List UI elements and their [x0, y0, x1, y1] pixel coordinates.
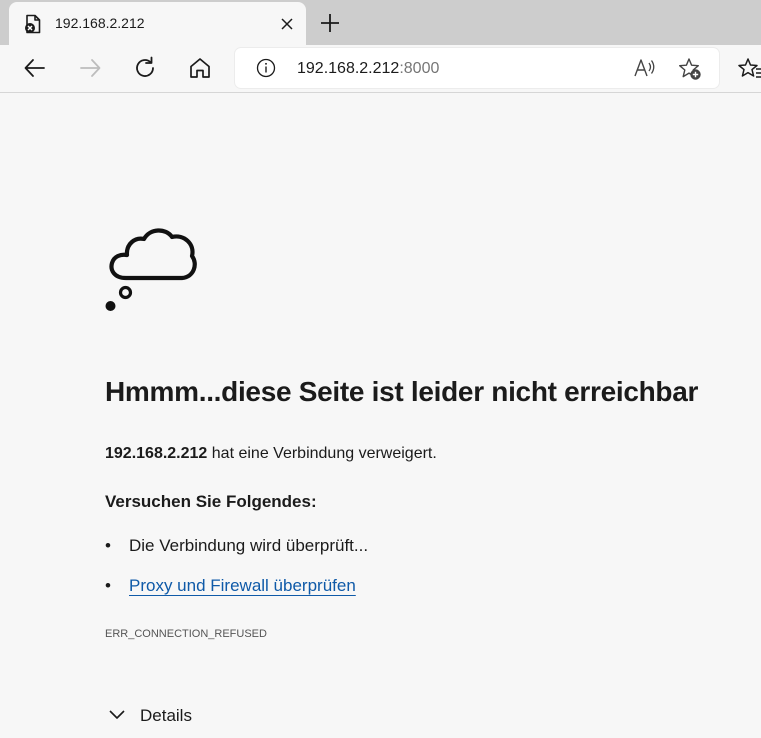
plus-icon	[321, 14, 339, 32]
favorites-icon	[738, 58, 761, 78]
bullet: •	[105, 576, 111, 595]
browser-toolbar: 192.168.2.212:8000	[0, 45, 761, 93]
favorites-button[interactable]	[738, 56, 761, 82]
read-aloud-icon[interactable]	[633, 57, 657, 79]
page-title: Hmmm...diese Seite ist leider nicht erre…	[105, 376, 699, 407]
back-arrow-icon	[24, 59, 45, 77]
error-description: 192.168.2.212 hat eine Verbindung verwei…	[105, 445, 437, 463]
address-bar[interactable]: 192.168.2.212:8000	[235, 48, 719, 88]
tab-active[interactable]: 192.168.2.212	[9, 2, 306, 45]
thought-cloud-icon	[102, 220, 198, 314]
page-error-icon	[23, 14, 43, 34]
url-host: 192.168.2.212	[297, 60, 400, 77]
close-icon[interactable]	[279, 16, 295, 32]
bullet: •	[105, 536, 111, 555]
suggestions-heading: Versuchen Sie Folgendes:	[105, 492, 317, 511]
error-page: Hmmm...diese Seite ist leider nicht erre…	[0, 93, 761, 738]
url-port: :8000	[399, 60, 440, 77]
forward-arrow-icon	[80, 59, 101, 77]
info-icon[interactable]	[256, 58, 276, 78]
address-url[interactable]: 192.168.2.212:8000	[297, 60, 439, 78]
home-button[interactable]	[187, 55, 213, 81]
error-code: ERR_CONNECTION_REFUSED	[105, 628, 267, 640]
error-message: hat eine Verbindung verweigert.	[207, 445, 437, 462]
details-label: Details	[140, 706, 192, 725]
tab-title: 192.168.2.212	[55, 15, 145, 31]
proxy-firewall-link[interactable]: Proxy und Firewall überprüfen	[129, 576, 356, 596]
add-favorite-icon[interactable]	[678, 57, 702, 81]
details-toggle[interactable]: Details	[108, 705, 218, 729]
new-tab-button[interactable]	[319, 12, 341, 34]
error-host: 192.168.2.212	[105, 445, 208, 462]
back-button[interactable]	[22, 55, 48, 81]
reload-button[interactable]	[132, 55, 158, 81]
reload-icon	[136, 56, 154, 77]
chevron-down-icon	[109, 710, 125, 719]
tab-strip: 192.168.2.212	[0, 0, 761, 45]
suggestion-check-connection: Die Verbindung wird überprüft...	[129, 536, 369, 555]
home-icon	[190, 58, 210, 78]
forward-button[interactable]	[77, 55, 103, 81]
